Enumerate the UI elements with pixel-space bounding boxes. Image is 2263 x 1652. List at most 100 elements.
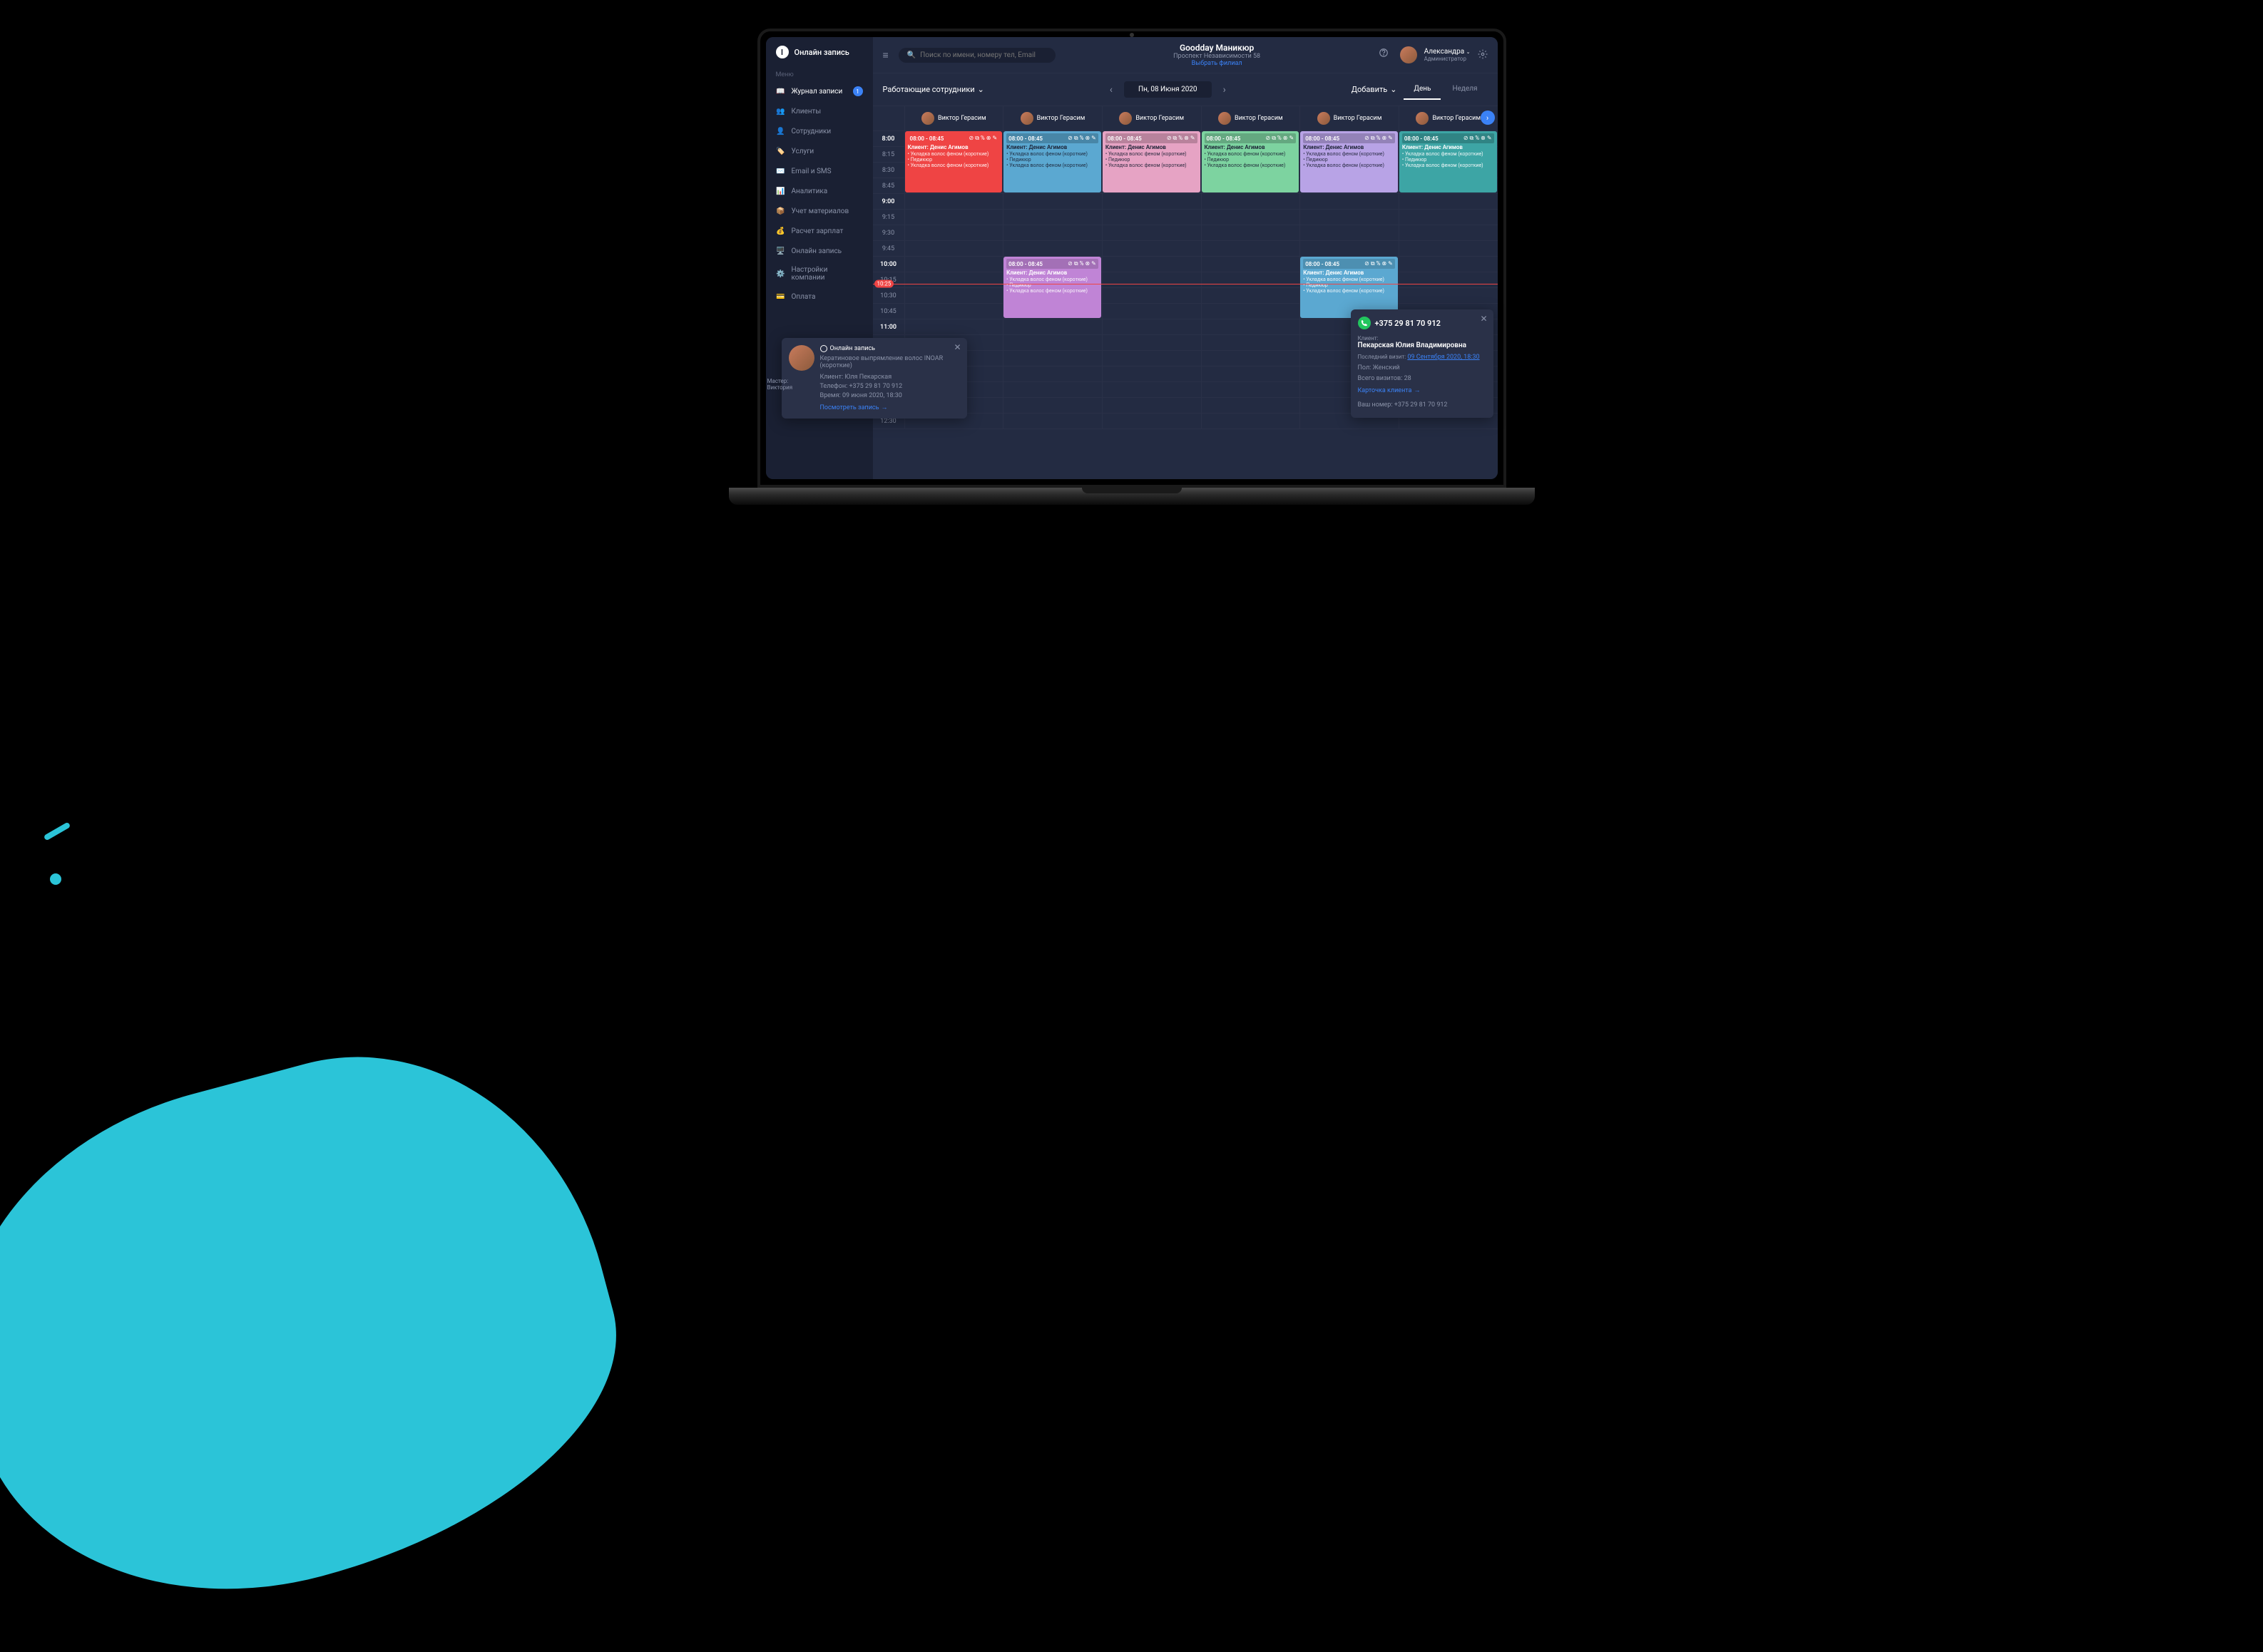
prev-date-button[interactable]: ‹: [1104, 81, 1118, 98]
appointment-event[interactable]: 08:00 - 08:45⊘⧉%⊗✎ Клиент: Денис Агимов …: [1399, 131, 1497, 193]
next-date-button[interactable]: ›: [1217, 81, 1232, 98]
branch-link[interactable]: Выбрать филиал: [1066, 60, 1369, 67]
settings-icon[interactable]: [1478, 49, 1488, 61]
calendar-cell[interactable]: [1201, 210, 1300, 225]
calendar-cell[interactable]: [1201, 272, 1300, 287]
event-action-icons[interactable]: ⊘⧉%⊗✎: [1266, 135, 1294, 142]
sidebar-item-0[interactable]: 📖Журнал записи1: [766, 81, 873, 101]
calendar-cell[interactable]: [1102, 225, 1201, 240]
appointment-event[interactable]: 08:00 - 08:45⊘⧉%⊗✎ Клиент: Денис Агимов …: [1003, 257, 1101, 318]
calendar-cell[interactable]: [1102, 257, 1201, 272]
calendar-cell[interactable]: [904, 257, 1003, 272]
calendar-cell[interactable]: [1102, 398, 1201, 413]
event-action-icons[interactable]: ⊘⧉%⊗✎: [1068, 135, 1096, 142]
call-button[interactable]: [1358, 317, 1371, 329]
calendar-cell[interactable]: [1201, 288, 1300, 303]
calendar-cell[interactable]: [1102, 414, 1201, 429]
calendar-cell[interactable]: [1201, 335, 1300, 350]
calendar-cell[interactable]: [1299, 194, 1399, 209]
calendar-cell[interactable]: [1003, 382, 1102, 397]
appointment-event[interactable]: 08:00 - 08:45⊘⧉%⊗✎ Клиент: Денис Агимов …: [1003, 131, 1101, 193]
sidebar-item-5[interactable]: 📊Аналитика: [766, 181, 873, 201]
calendar-cell[interactable]: [1201, 414, 1300, 429]
employee-column-header[interactable]: Виктор Герасим: [904, 106, 1003, 130]
calendar-cell[interactable]: [1399, 194, 1498, 209]
event-action-icons[interactable]: ⊘⧉%⊗✎: [1068, 260, 1096, 267]
calendar-cell[interactable]: [904, 210, 1003, 225]
calendar-cell[interactable]: [1102, 241, 1201, 256]
calendar-cell[interactable]: [1003, 335, 1102, 350]
calendar-cell[interactable]: [1201, 257, 1300, 272]
close-icon[interactable]: ✕: [1480, 314, 1487, 324]
appointment-event[interactable]: 08:00 - 08:45⊘⧉%⊗✎ Клиент: Денис Агимов …: [1202, 131, 1299, 193]
sidebar-item-7[interactable]: 💰Расчет зарплат: [766, 221, 873, 241]
appointment-event[interactable]: 08:00 - 08:45⊘⧉%⊗✎ Клиент: Денис Агимов …: [1300, 131, 1398, 193]
calendar-cell[interactable]: [1003, 241, 1102, 256]
calendar-cell[interactable]: [1102, 382, 1201, 397]
calendar-cell[interactable]: [1201, 304, 1300, 319]
calendar-cell[interactable]: [1201, 241, 1300, 256]
calendar-cell[interactable]: [1399, 272, 1498, 287]
event-action-icons[interactable]: ⊘⧉%⊗✎: [1364, 135, 1393, 142]
calendar-cell[interactable]: [1102, 335, 1201, 350]
calendar-cell[interactable]: [1003, 414, 1102, 429]
calendar-cell[interactable]: [1003, 351, 1102, 366]
client-card-link[interactable]: Карточка клиента→: [1358, 386, 1486, 394]
view-appointment-link[interactable]: Посмотреть запись→: [873, 404, 960, 411]
calendar-cell[interactable]: [1102, 194, 1201, 209]
appointment-event[interactable]: 08:00 - 08:45⊘⧉%⊗✎ Клиент: Денис Агимов …: [1103, 131, 1200, 193]
calendar-cell[interactable]: [1299, 225, 1399, 240]
event-action-icons[interactable]: ⊘⧉%⊗✎: [969, 135, 997, 142]
calendar-cell[interactable]: [1003, 225, 1102, 240]
calendar-cell[interactable]: [904, 241, 1003, 256]
event-action-icons[interactable]: ⊘⧉%⊗✎: [1167, 135, 1195, 142]
search-input[interactable]: 🔍: [899, 48, 1056, 63]
employee-column-header[interactable]: Виктор Герасим: [1003, 106, 1102, 130]
calendar-cell[interactable]: [904, 225, 1003, 240]
calendar-cell[interactable]: [904, 304, 1003, 319]
last-visit-date[interactable]: 09 Сентября 2020, 18:30: [1407, 354, 1479, 361]
calendar-cell[interactable]: [1003, 398, 1102, 413]
employee-column-header[interactable]: Виктор Герасим: [1299, 106, 1399, 130]
calendar-cell[interactable]: [1201, 319, 1300, 334]
calendar-cell[interactable]: [1201, 382, 1300, 397]
menu-toggle-icon[interactable]: ≡: [883, 49, 889, 61]
calendar-cell[interactable]: [1201, 225, 1300, 240]
employee-column-header[interactable]: Виктор Герасим: [1201, 106, 1300, 130]
calendar-cell[interactable]: [1003, 194, 1102, 209]
calendar-cell[interactable]: [1102, 288, 1201, 303]
scroll-right-button[interactable]: ›: [1481, 111, 1495, 125]
appointment-event[interactable]: 08:00 - 08:45⊘⧉%⊗✎ Клиент: Денис Агимов …: [905, 131, 1003, 193]
user-name[interactable]: Александра ⌄: [1424, 48, 1471, 56]
employee-column-header[interactable]: Виктор Герасим: [1102, 106, 1201, 130]
add-dropdown[interactable]: Добавить⌄: [1352, 85, 1397, 94]
tab-day[interactable]: День: [1404, 79, 1441, 100]
sidebar-item-4[interactable]: ✉️Email и SMS: [766, 161, 873, 181]
sidebar-item-2[interactable]: 👤Сотрудники: [766, 121, 873, 141]
calendar-cell[interactable]: [1399, 241, 1498, 256]
calendar-cell[interactable]: [1201, 351, 1300, 366]
calendar-cell[interactable]: [1399, 225, 1498, 240]
tab-week[interactable]: Неделя: [1442, 79, 1487, 100]
calendar-cell[interactable]: [1003, 366, 1102, 381]
sidebar-item-6[interactable]: 📦Учет материалов: [766, 201, 873, 221]
calendar-cell[interactable]: [1102, 272, 1201, 287]
date-display[interactable]: Пн, 08 Июня 2020: [1124, 81, 1212, 98]
calendar-cell[interactable]: [1003, 210, 1102, 225]
calendar-cell[interactable]: [1399, 288, 1498, 303]
calendar-cell[interactable]: [904, 288, 1003, 303]
calendar-cell[interactable]: [1102, 304, 1201, 319]
calendar-cell[interactable]: [904, 319, 1003, 334]
calendar-cell[interactable]: [1102, 351, 1201, 366]
calendar-cell[interactable]: [1399, 257, 1498, 272]
calendar-cell[interactable]: [1201, 398, 1300, 413]
sidebar-item-9[interactable]: ⚙️Настройки компании: [766, 261, 873, 287]
support-icon[interactable]: [1379, 48, 1393, 62]
calendar-cell[interactable]: [1399, 210, 1498, 225]
sidebar-item-3[interactable]: 🏷️Услуги: [766, 141, 873, 161]
event-action-icons[interactable]: ⊘⧉%⊗✎: [1364, 260, 1393, 267]
calendar-cell[interactable]: [1201, 194, 1300, 209]
calendar-cell[interactable]: [904, 272, 1003, 287]
close-icon[interactable]: ✕: [954, 342, 961, 352]
calendar-cell[interactable]: [1102, 210, 1201, 225]
